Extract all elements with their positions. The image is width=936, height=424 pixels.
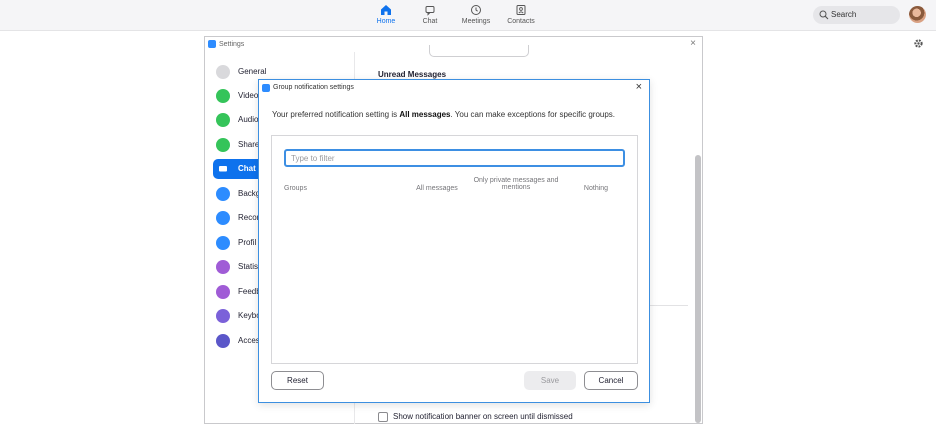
- scrollbar[interactable]: [695, 155, 701, 423]
- unread-messages-heading: Unread Messages: [378, 70, 447, 79]
- zoom-logo-icon: [262, 84, 270, 92]
- headphones-icon: [216, 113, 230, 127]
- background-icon: [216, 187, 230, 201]
- chat-bubble-icon: [425, 6, 435, 16]
- profile-icon: [216, 236, 230, 250]
- chat-bubble-icon: [216, 162, 230, 176]
- groups-panel: Groups All messages Only private message…: [271, 135, 638, 364]
- nav-home[interactable]: Home: [361, 4, 411, 25]
- column-nothing: Nothing: [583, 185, 609, 192]
- dialog-title: Group notification settings: [273, 84, 354, 91]
- contacts-icon: [516, 5, 526, 15]
- desc-suffix: . You can make exceptions for specific g…: [450, 110, 616, 119]
- sidebar-item-label: Backg: [238, 189, 261, 198]
- column-groups: Groups: [284, 185, 307, 192]
- search-box[interactable]: Search: [813, 6, 900, 24]
- sidebar-item-label: Acces: [238, 336, 260, 345]
- record-icon: [216, 211, 230, 225]
- sidebar-item-label: Video: [238, 91, 259, 100]
- video-icon: [216, 89, 230, 103]
- general-icon: [216, 65, 230, 79]
- banner-checkbox-label: Show notification banner on screen until…: [393, 412, 573, 422]
- settings-title: Settings: [219, 41, 245, 48]
- clock-icon: [471, 5, 481, 15]
- dialog-titlebar: Group notification settings: [259, 80, 649, 96]
- settings-close-icon[interactable]: ×: [690, 38, 696, 49]
- avatar[interactable]: [909, 6, 926, 23]
- nav-chat-label: Chat: [422, 18, 438, 25]
- search-icon: [819, 10, 829, 20]
- desc-prefix: Your preferred notification setting is: [272, 110, 400, 119]
- nav-contacts-label: Contacts: [507, 18, 535, 25]
- desc-bold: All messages: [399, 110, 451, 119]
- banner-checkbox-row[interactable]: Show notification banner on screen until…: [378, 412, 573, 422]
- keyboard-icon: [216, 309, 230, 323]
- save-button[interactable]: Save: [524, 371, 576, 390]
- banner-checkbox[interactable]: [378, 412, 388, 422]
- sidebar-item-label: Audio: [238, 115, 259, 124]
- close-icon[interactable]: ×: [636, 81, 642, 93]
- sidebar-item-label: Recor: [238, 213, 260, 222]
- top-nav-bar: Home Chat Meetings Contacts Search: [0, 0, 936, 31]
- nav-home-label: Home: [376, 18, 396, 25]
- dialog-description: Your preferred notification setting is A…: [272, 110, 615, 119]
- filter-input[interactable]: [284, 149, 625, 167]
- nav-contacts[interactable]: Contacts: [496, 4, 546, 25]
- share-screen-icon: [216, 138, 230, 152]
- home-icon: [381, 5, 391, 15]
- sidebar-item-label: Statis: [238, 262, 259, 271]
- sidebar-item-label: Share: [238, 140, 260, 149]
- feedback-icon: [216, 285, 230, 299]
- column-all-messages: All messages: [416, 185, 458, 192]
- sidebar-item-label: Chat: [238, 164, 256, 173]
- accessibility-icon: [216, 334, 230, 348]
- sidebar-item-label: Profil: [238, 238, 257, 247]
- cancel-button[interactable]: Cancel: [584, 371, 638, 390]
- reset-button[interactable]: Reset: [271, 371, 324, 390]
- zoom-logo-icon: [208, 40, 216, 48]
- statistics-icon: [216, 260, 230, 274]
- content-dropdown-button[interactable]: [429, 45, 529, 57]
- group-notification-dialog: Group notification settings × Your prefe…: [258, 79, 650, 403]
- nav-meetings-label: Meetings: [461, 18, 491, 25]
- column-private-mentions: Only private messages and mentions: [473, 177, 559, 191]
- nav-chat[interactable]: Chat: [405, 4, 455, 25]
- sidebar-item-label: General: [238, 67, 267, 76]
- search-label: Search: [831, 10, 857, 19]
- gear-icon[interactable]: [913, 38, 924, 49]
- nav-meetings[interactable]: Meetings: [451, 4, 501, 25]
